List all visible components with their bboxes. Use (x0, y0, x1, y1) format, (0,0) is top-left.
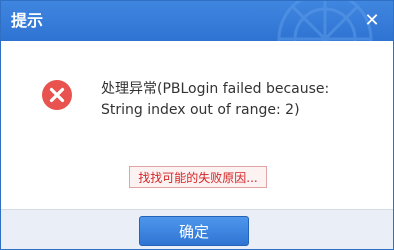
close-icon[interactable]: ✕ (361, 10, 383, 32)
error-message-line-1: 处理异常(PBLogin failed because: (101, 81, 330, 97)
dialog-title: 提示 (11, 11, 44, 30)
dialog-titlebar: 提示 ✕ (1, 1, 393, 41)
ok-button[interactable]: 确定 (139, 216, 249, 246)
dialog-footer: 确定 (1, 209, 393, 249)
dialog-body: 处理异常(PBLogin failed because: String inde… (1, 41, 393, 209)
error-circle-icon (42, 80, 72, 110)
error-message: 处理异常(PBLogin failed because: String inde… (101, 79, 361, 121)
find-failure-reason-link[interactable]: 找找可能的失败原因... (129, 166, 267, 188)
error-dialog: 提示 ✕ 处理异常(PBLogin failed because: String… (0, 0, 394, 250)
error-message-line-2: String index out of range: 2) (101, 102, 300, 118)
